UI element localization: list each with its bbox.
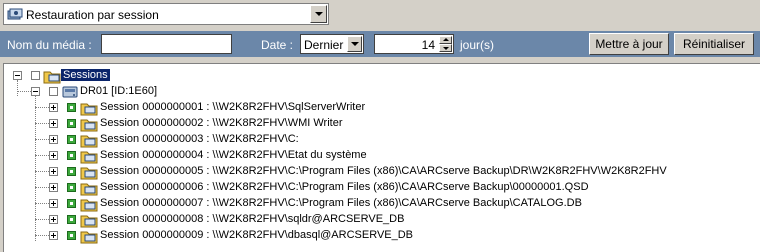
session-label: Session 0000000008 : \\W2K8R2FHV\sqldr@A…	[100, 213, 405, 225]
tree-node-session[interactable]: Session 0000000005 : \\W2K8R2FHV\C:\Prog…	[4, 164, 744, 180]
expand-icon[interactable]	[49, 231, 58, 240]
media-name-input[interactable]	[101, 34, 232, 54]
date-select[interactable]: Dernier	[300, 34, 364, 54]
session-label: Session 0000000006 : \\W2K8R2FHV\C:\Prog…	[100, 181, 589, 193]
tree-line	[35, 139, 49, 140]
expand-icon[interactable]	[49, 135, 58, 144]
tree-node-session[interactable]: Session 0000000007 : \\W2K8R2FHV\C:\Prog…	[4, 196, 744, 212]
collapse-icon[interactable]	[13, 71, 22, 80]
expand-icon[interactable]	[49, 183, 58, 192]
tree-line	[35, 187, 49, 188]
date-select-value: Dernier	[304, 38, 344, 52]
days-value: 14	[421, 38, 435, 52]
session-checkbox[interactable]	[67, 103, 76, 112]
session-icon	[80, 116, 98, 132]
tree-node-session[interactable]: Session 0000000003 : \\W2K8R2FHV\C:	[4, 132, 744, 148]
server-checkbox[interactable]	[49, 87, 58, 96]
session-icon	[80, 132, 98, 148]
session-checkbox[interactable]	[67, 199, 76, 208]
tree-root-label: Sessions	[61, 69, 110, 81]
restore-session-icon	[7, 7, 23, 21]
tree-server-label: DR01 [ID:1E60]	[80, 85, 158, 97]
chevron-down-icon	[351, 42, 359, 46]
tree-line	[35, 235, 49, 236]
session-icon	[80, 212, 98, 228]
expand-icon[interactable]	[49, 119, 58, 128]
root-checkbox[interactable]	[31, 71, 40, 80]
session-checkbox[interactable]	[67, 231, 76, 240]
session-label: Session 0000000002 : \\W2K8R2FHV\WMI Wri…	[100, 117, 343, 129]
session-icon	[80, 196, 98, 212]
session-checkbox[interactable]	[67, 183, 76, 192]
days-unit-label: jour(s)	[460, 38, 495, 52]
arrow-down-icon	[443, 47, 449, 50]
session-label: Session 0000000004 : \\W2K8R2FHV\Etat du…	[100, 149, 367, 161]
session-icon	[80, 180, 98, 196]
collapse-icon[interactable]	[31, 87, 40, 96]
session-checkbox[interactable]	[67, 151, 76, 160]
tree-line	[35, 123, 49, 124]
days-spinner[interactable]: 14	[374, 34, 454, 54]
combo-dropdown-button[interactable]	[310, 5, 327, 23]
server-icon	[61, 84, 79, 100]
expand-icon[interactable]	[49, 215, 58, 224]
arrow-up-icon	[443, 38, 449, 41]
tree-node-session[interactable]: Session 0000000004 : \\W2K8R2FHV\Etat du…	[4, 148, 744, 164]
date-label: Date :	[261, 38, 294, 52]
tree-node-session[interactable]: Session 0000000006 : \\W2K8R2FHV\C:\Prog…	[4, 180, 744, 196]
spin-down-button[interactable]	[439, 44, 452, 52]
expand-icon[interactable]	[49, 167, 58, 176]
spin-up-button[interactable]	[439, 36, 452, 44]
session-icon	[80, 100, 98, 116]
session-checkbox[interactable]	[67, 167, 76, 176]
date-dropdown-button[interactable]	[347, 36, 362, 52]
tree-node-root[interactable]: Sessions	[4, 68, 204, 84]
tree-node-session[interactable]: Session 0000000001 : \\W2K8R2FHV\SqlServ…	[4, 100, 744, 116]
tree-line	[35, 203, 49, 204]
expand-icon[interactable]	[49, 103, 58, 112]
session-icon	[80, 228, 98, 244]
session-icon	[80, 148, 98, 164]
sessions-folder-icon	[43, 68, 61, 84]
session-checkbox[interactable]	[67, 119, 76, 128]
session-label: Session 0000000001 : \\W2K8R2FHV\SqlServ…	[100, 101, 366, 113]
tree-line	[35, 107, 49, 108]
expand-icon[interactable]	[49, 199, 58, 208]
session-label: Session 0000000009 : \\W2K8R2FHV\dbasql@…	[100, 229, 414, 241]
session-label: Session 0000000007 : \\W2K8R2FHV\C:\Prog…	[100, 197, 582, 209]
session-icon	[80, 164, 98, 180]
session-label: Session 0000000005 : \\W2K8R2FHV\C:\Prog…	[100, 165, 667, 177]
tree-line	[17, 91, 31, 92]
chevron-down-icon	[315, 12, 323, 16]
tree-node-server[interactable]: DR01 [ID:1E60]	[4, 84, 304, 100]
session-tree[interactable]: Sessions DR01 [ID:1E60] Session 00000000…	[3, 63, 760, 252]
tree-node-session[interactable]: Session 0000000002 : \\W2K8R2FHV\WMI Wri…	[4, 116, 744, 132]
tree-node-session[interactable]: Session 0000000008 : \\W2K8R2FHV\sqldr@A…	[4, 212, 744, 228]
expand-icon[interactable]	[49, 151, 58, 160]
tree-line	[35, 155, 49, 156]
tree-line	[35, 171, 49, 172]
reset-button[interactable]: Réinitialiser	[674, 33, 754, 55]
tree-node-session[interactable]: Session 0000000009 : \\W2K8R2FHV\dbasql@…	[4, 228, 744, 244]
restore-method-combo[interactable]: Restauration par session	[3, 3, 329, 25]
update-button[interactable]: Mettre à jour	[589, 33, 669, 55]
days-spin-buttons[interactable]	[439, 36, 452, 52]
filter-bar: Nom du média : Date : Dernier 14 jour(s)…	[0, 31, 760, 57]
session-checkbox[interactable]	[67, 135, 76, 144]
session-checkbox[interactable]	[67, 215, 76, 224]
tree-line	[35, 219, 49, 220]
session-label: Session 0000000003 : \\W2K8R2FHV\C:	[100, 133, 299, 145]
restore-method-value: Restauration par session	[26, 8, 159, 22]
media-name-label: Nom du média :	[7, 38, 92, 52]
